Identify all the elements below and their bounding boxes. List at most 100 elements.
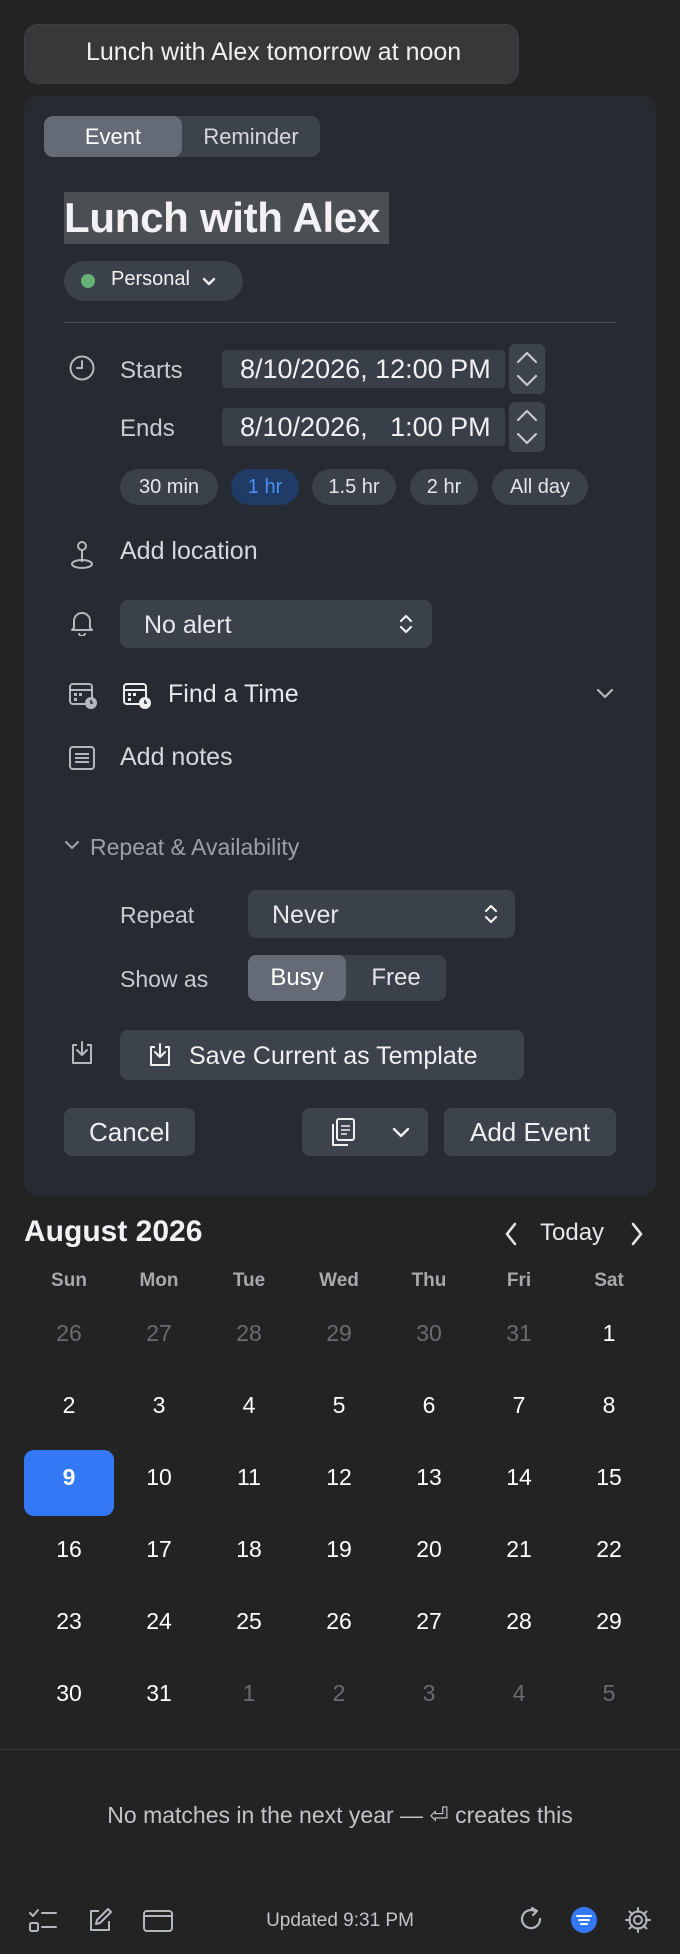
calendar-day[interactable]: 31: [114, 1680, 204, 1707]
tab-event[interactable]: Event: [44, 116, 182, 157]
calendar-day[interactable]: 17: [114, 1536, 204, 1563]
checklist-icon[interactable]: [28, 1908, 58, 1934]
weekday-header: Tue: [232, 1270, 266, 1291]
weekday-header: Sat: [594, 1270, 624, 1291]
calendar-day[interactable]: 2: [24, 1392, 114, 1419]
calendar-day[interactable]: 23: [24, 1608, 114, 1635]
calendar-day[interactable]: 21: [474, 1536, 564, 1563]
calendar-color-dot: [81, 274, 95, 288]
weekday-header: Sun: [51, 1270, 87, 1291]
end-datetime-field[interactable]: 8/10/2026, 1:00 PM: [222, 408, 505, 446]
no-matches-message: No matches in the next year — ⏎ creates …: [107, 1802, 573, 1828]
duration-30min-chip[interactable]: 30 min: [120, 469, 218, 505]
divider: [64, 322, 616, 323]
calendar-day[interactable]: 13: [384, 1464, 474, 1491]
chevron-right-icon[interactable]: [630, 1222, 644, 1246]
notes-input[interactable]: Add notes: [120, 743, 233, 772]
start-datetime-field[interactable]: 8/10/2026, 12:00 PM: [222, 350, 505, 388]
calendar-day[interactable]: 10: [114, 1464, 204, 1491]
refresh-icon[interactable]: [518, 1906, 546, 1934]
calendar-day[interactable]: 2: [294, 1680, 384, 1707]
gear-icon[interactable]: [624, 1906, 652, 1934]
calendar-day[interactable]: 26: [24, 1320, 114, 1347]
filter-icon[interactable]: [570, 1906, 598, 1934]
calendar-day[interactable]: 4: [474, 1680, 564, 1707]
show-as-label: Show as: [120, 966, 209, 992]
event-title-input[interactable]: Lunch with Alex: [64, 194, 380, 242]
calendar-day[interactable]: 25: [204, 1608, 294, 1635]
calendar-day[interactable]: 14: [474, 1464, 564, 1491]
calendar-day[interactable]: 15: [564, 1464, 654, 1491]
calendar-day[interactable]: 3: [384, 1680, 474, 1707]
calendar-day-selected[interactable]: 9: [24, 1464, 114, 1491]
save-template-label: Save Current as Template: [189, 1042, 478, 1070]
calendar-day[interactable]: 30: [384, 1320, 474, 1347]
tab-reminder[interactable]: Reminder: [182, 116, 320, 157]
calendar-day[interactable]: 29: [564, 1608, 654, 1635]
calendar-day[interactable]: 24: [114, 1608, 204, 1635]
notes-icon: [68, 744, 96, 772]
calendar-day[interactable]: 5: [294, 1392, 384, 1419]
calendar-day[interactable]: 29: [294, 1320, 384, 1347]
calendar-day[interactable]: 1: [204, 1680, 294, 1707]
calendar-day[interactable]: 28: [204, 1320, 294, 1347]
location-pin-icon: [68, 540, 96, 572]
cancel-button[interactable]: Cancel: [64, 1108, 195, 1156]
calendar-name: Personal: [111, 268, 190, 290]
clock-icon: [68, 354, 96, 382]
calendar-day[interactable]: 8: [564, 1392, 654, 1419]
weekday-header: Fri: [506, 1270, 532, 1291]
calendar-day[interactable]: 12: [294, 1464, 384, 1491]
weekday-header: Wed: [319, 1270, 359, 1291]
calendar-day[interactable]: 1: [564, 1320, 654, 1347]
chevron-left-icon[interactable]: [504, 1222, 518, 1246]
location-input[interactable]: Add location: [120, 537, 258, 566]
calendar-day[interactable]: 18: [204, 1536, 294, 1563]
show-as-free-option[interactable]: Free: [346, 955, 446, 1001]
calendar-day[interactable]: 27: [114, 1320, 204, 1347]
calendar-day[interactable]: 27: [384, 1608, 474, 1635]
end-stepper[interactable]: [509, 402, 545, 452]
calendar-day[interactable]: 3: [114, 1392, 204, 1419]
window-icon[interactable]: [142, 1908, 174, 1934]
calendar-day[interactable]: 6: [384, 1392, 474, 1419]
calendar-day[interactable]: 7: [474, 1392, 564, 1419]
calendar-day[interactable]: 16: [24, 1536, 114, 1563]
today-button[interactable]: Today: [540, 1219, 604, 1247]
weekday-header: Thu: [411, 1270, 447, 1291]
find-a-time-button[interactable]: Find a Time: [168, 680, 299, 709]
updated-status: Updated 9:31 PM: [266, 1910, 414, 1931]
chevron-down-icon: [202, 277, 216, 287]
calendar-day[interactable]: 26: [294, 1608, 384, 1635]
bell-icon: [68, 608, 96, 636]
add-event-button[interactable]: Add Event: [444, 1108, 616, 1156]
starts-label: Starts: [120, 357, 183, 384]
calendar-day[interactable]: 28: [474, 1608, 564, 1635]
calendar-day[interactable]: 11: [204, 1464, 294, 1491]
calendar-day[interactable]: 20: [384, 1536, 474, 1563]
calendar-day[interactable]: 19: [294, 1536, 384, 1563]
duration-1-5hr-chip[interactable]: 1.5 hr: [312, 469, 396, 505]
calendar-day[interactable]: 4: [204, 1392, 294, 1419]
compose-icon[interactable]: [86, 1906, 114, 1934]
chevron-down-icon: [392, 1127, 410, 1139]
alert-value: No alert: [144, 611, 232, 639]
chevron-down-icon[interactable]: [596, 688, 614, 700]
duration-2hr-chip[interactable]: 2 hr: [410, 469, 478, 505]
up-down-chevron-icon: [483, 902, 499, 926]
chevron-down-icon[interactable]: [64, 840, 80, 852]
calendar-day[interactable]: 22: [564, 1536, 654, 1563]
calendar-day[interactable]: 5: [564, 1680, 654, 1707]
show-as-busy-option[interactable]: Busy: [248, 955, 346, 1001]
calendar-day[interactable]: 31: [474, 1320, 564, 1347]
repeat-label: Repeat: [120, 902, 195, 928]
quick-add-text[interactable]: Lunch with Alex tomorrow at noon: [86, 38, 461, 67]
repeat-availability-toggle[interactable]: Repeat & Availability: [90, 834, 299, 861]
duration-1hr-chip[interactable]: 1 hr: [231, 469, 299, 505]
download-tray-icon: [68, 1039, 96, 1067]
duration-allday-chip[interactable]: All day: [492, 469, 588, 505]
calendar-day[interactable]: 30: [24, 1680, 114, 1707]
divider: [0, 1749, 680, 1750]
download-tray-icon: [146, 1041, 174, 1069]
start-stepper[interactable]: [509, 344, 545, 394]
